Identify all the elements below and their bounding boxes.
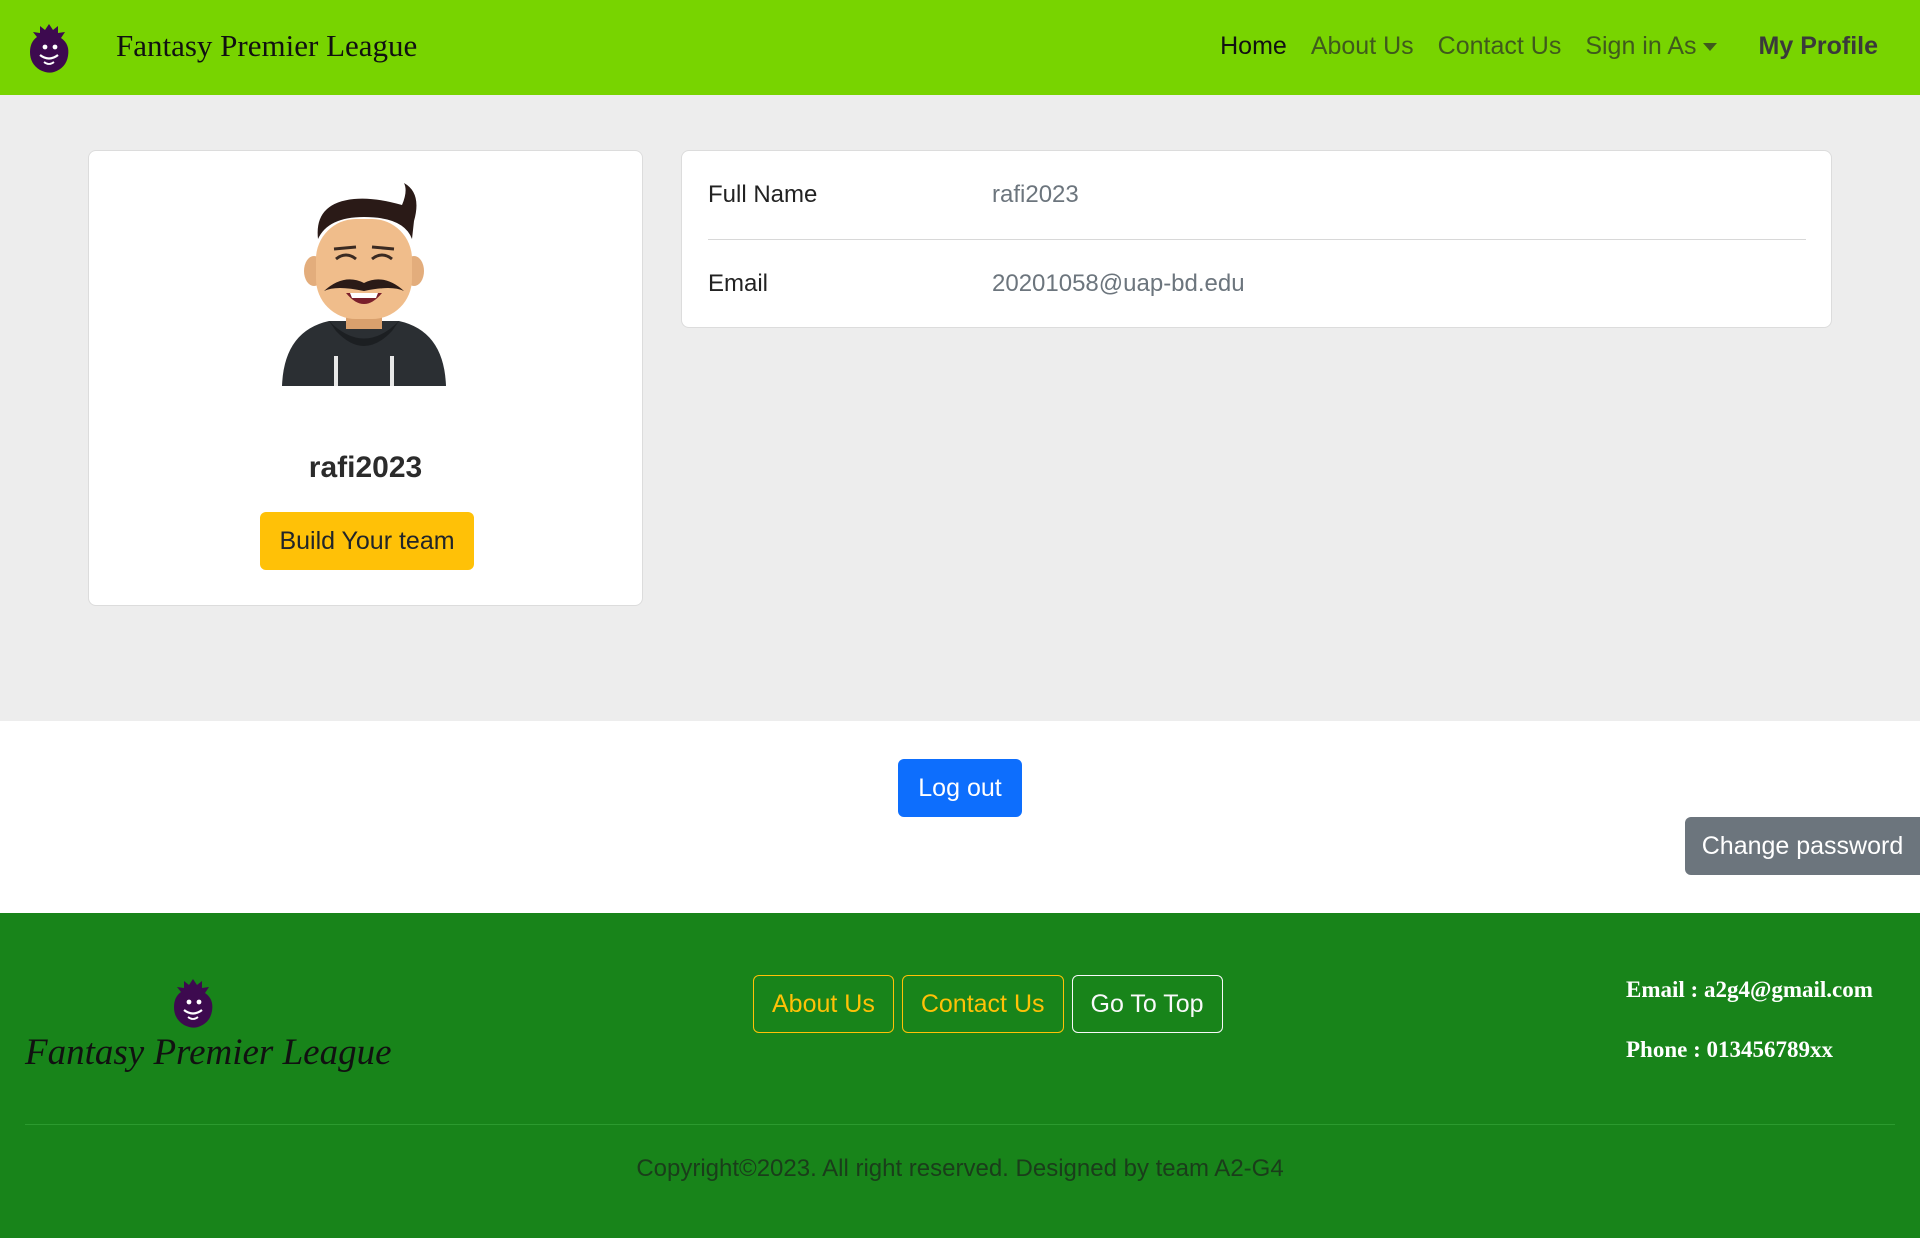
info-row-email: Email 20201058@uap-bd.edu (708, 240, 1806, 328)
user-avatar-icon (282, 183, 446, 386)
nav-my-profile[interactable]: My Profile (1747, 32, 1890, 61)
nav-about[interactable]: About Us (1299, 32, 1426, 61)
profile-card: rafi2023 Build Your team (88, 150, 643, 606)
full-name-value: rafi2023 (992, 181, 1079, 208)
change-password-button[interactable]: Change password (1685, 817, 1920, 875)
nav-home[interactable]: Home (1208, 32, 1299, 61)
footer-about-button[interactable]: About Us (753, 975, 894, 1033)
sign-in-label: Sign in As (1585, 32, 1697, 60)
footer-contact-button[interactable]: Contact Us (901, 975, 1064, 1033)
nav-links: Home About Us Contact Us Sign in As My P… (1208, 32, 1890, 61)
footer-contact-info: Email : a2g4@gmail.com Phone : 013456789… (1626, 977, 1873, 1097)
nav-contact[interactable]: Contact Us (1426, 32, 1574, 61)
go-to-top-button[interactable]: Go To Top (1071, 975, 1223, 1033)
footer-brand: Fantasy Premier League (25, 1032, 392, 1073)
brand-title[interactable]: Fantasy Premier League (116, 28, 417, 64)
footer-email: Email : a2g4@gmail.com (1626, 977, 1873, 1002)
footer-divider (25, 1124, 1895, 1125)
user-info-card: Full Name rafi2023 Email 20201058@uap-bd… (681, 150, 1832, 328)
build-team-button[interactable]: Build Your team (260, 512, 474, 570)
copyright-text: Copyright©2023. All right reserved. Desi… (636, 1155, 1284, 1182)
profile-section: rafi2023 Build Your team Full Name rafi2… (0, 95, 1920, 721)
premier-league-lion-icon[interactable] (24, 20, 74, 76)
logout-button[interactable]: Log out (898, 759, 1022, 817)
info-row-full-name: Full Name rafi2023 (708, 151, 1806, 240)
full-name-label: Full Name (708, 181, 818, 208)
nav-sign-in-dropdown[interactable]: Sign in As (1573, 32, 1728, 61)
caret-down-icon (1702, 43, 1717, 52)
profile-username: rafi2023 (308, 451, 423, 484)
email-label: Email (708, 270, 769, 297)
top-navbar: Fantasy Premier League Home About Us Con… (0, 0, 1920, 95)
email-value: 20201058@uap-bd.edu (992, 270, 1245, 297)
footer: Fantasy Premier League About Us Contact … (0, 913, 1920, 1238)
footer-phone: Phone : 013456789xx (1626, 1037, 1833, 1062)
footer-links: About Us Contact Us Go To Top (753, 975, 1223, 1033)
premier-league-lion-icon (174, 979, 213, 1028)
